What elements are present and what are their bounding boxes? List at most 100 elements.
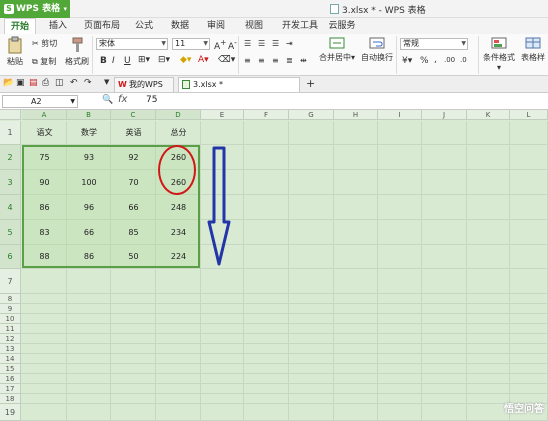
row-header[interactable]: 14 bbox=[0, 354, 21, 364]
save-icon[interactable]: ▣ bbox=[16, 78, 25, 88]
tab-developer[interactable]: 开发工具 bbox=[280, 18, 320, 34]
row-header[interactable]: 9 bbox=[0, 304, 21, 314]
wrap-text-button[interactable]: 自动换行 bbox=[360, 36, 394, 63]
pdf-icon[interactable]: ▤ bbox=[29, 78, 38, 88]
row-header[interactable]: 5 bbox=[0, 220, 21, 245]
table-header-cell[interactable]: 语文 bbox=[22, 121, 67, 145]
justify-icon[interactable]: ≣ bbox=[286, 56, 293, 65]
function-icon[interactable]: fx bbox=[118, 94, 127, 105]
row-header[interactable]: 18 bbox=[0, 394, 21, 404]
chevron-down-icon[interactable]: ▼ bbox=[104, 78, 109, 86]
row-header[interactable]: 10 bbox=[0, 314, 21, 324]
table-cell[interactable]: 224 bbox=[156, 245, 201, 269]
tab-page-layout[interactable]: 页面布局 bbox=[82, 18, 122, 34]
copy-button[interactable]: ⧉ 复制 bbox=[32, 56, 56, 67]
column-header[interactable]: I bbox=[378, 110, 422, 120]
format-painter-button[interactable]: 格式刷 bbox=[64, 36, 90, 67]
table-cell[interactable]: 66 bbox=[67, 220, 111, 245]
row-header[interactable]: 7 bbox=[0, 269, 21, 294]
select-all-corner[interactable] bbox=[0, 110, 21, 120]
tab-cloud[interactable]: 云服务 bbox=[326, 18, 358, 34]
row-header[interactable]: 16 bbox=[0, 374, 21, 384]
row-header[interactable]: 15 bbox=[0, 364, 21, 374]
tab-review[interactable]: 审阅 bbox=[204, 18, 228, 34]
decrease-decimal-icon[interactable]: .0 bbox=[460, 56, 467, 64]
table-cell[interactable]: 86 bbox=[67, 245, 111, 269]
row-header[interactable]: 8 bbox=[0, 294, 21, 304]
align-right-icon[interactable]: ≡ bbox=[272, 56, 279, 65]
tab-insert[interactable]: 插入 bbox=[44, 18, 72, 34]
increase-font-icon[interactable]: A+ bbox=[214, 38, 226, 52]
open-folder-icon[interactable]: 📂 bbox=[3, 78, 14, 88]
row-header[interactable]: 1 bbox=[0, 121, 21, 145]
name-box[interactable]: A2 ▼ bbox=[2, 95, 78, 108]
row-header[interactable]: 6 bbox=[0, 245, 21, 269]
tab-formula[interactable]: 公式 bbox=[132, 18, 156, 34]
new-tab-icon[interactable]: + bbox=[306, 77, 315, 90]
column-header[interactable]: E bbox=[201, 110, 244, 120]
merge-cells-icon[interactable]: ⊟▾ bbox=[158, 55, 170, 65]
tab-document[interactable]: 3.xlsx * bbox=[178, 77, 300, 92]
align-middle-icon[interactable]: ☰ bbox=[258, 39, 265, 48]
table-cell[interactable]: 85 bbox=[111, 220, 156, 245]
align-center-icon[interactable]: ≡ bbox=[258, 56, 265, 65]
formula-input[interactable]: 75 bbox=[146, 95, 157, 105]
indent-icon[interactable]: ⇥ bbox=[286, 39, 293, 48]
italic-button[interactable]: I bbox=[112, 56, 115, 66]
table-cell[interactable]: 83 bbox=[22, 220, 67, 245]
clear-format-icon[interactable]: ⌫▾ bbox=[218, 55, 235, 65]
column-header[interactable]: L bbox=[510, 110, 548, 120]
table-cell[interactable]: 88 bbox=[22, 245, 67, 269]
row-header[interactable]: 11 bbox=[0, 324, 21, 334]
tab-data[interactable]: 数据 bbox=[168, 18, 192, 34]
column-header[interactable]: C bbox=[111, 110, 156, 120]
increase-decimal-icon[interactable]: .00 bbox=[444, 56, 455, 64]
table-cell[interactable]: 92 bbox=[111, 145, 156, 170]
app-menu-button[interactable]: S WPS 表格 ▾ bbox=[0, 0, 70, 18]
print-preview-icon[interactable]: ◫ bbox=[55, 78, 64, 88]
table-header-cell[interactable]: 英语 bbox=[111, 121, 156, 145]
align-bottom-icon[interactable]: ☰ bbox=[272, 39, 279, 48]
table-cell[interactable]: 70 bbox=[111, 170, 156, 195]
column-header[interactable]: A bbox=[22, 110, 67, 120]
row-header[interactable]: 13 bbox=[0, 344, 21, 354]
table-cell[interactable]: 93 bbox=[67, 145, 111, 170]
tab-my-wps[interactable]: W 我的WPS bbox=[114, 77, 174, 92]
column-header[interactable]: G bbox=[289, 110, 334, 120]
column-header[interactable]: D bbox=[156, 110, 201, 120]
column-header[interactable]: B bbox=[67, 110, 111, 120]
print-icon[interactable]: ⎙ bbox=[42, 78, 49, 88]
underline-button[interactable]: U bbox=[124, 56, 131, 66]
align-left-icon[interactable]: ≡ bbox=[244, 56, 251, 65]
column-header[interactable]: F bbox=[244, 110, 289, 120]
table-cell[interactable]: 50 bbox=[111, 245, 156, 269]
row-header[interactable]: 17 bbox=[0, 384, 21, 394]
table-cell[interactable]: 234 bbox=[156, 220, 201, 245]
border-icon[interactable]: ⊞▾ bbox=[138, 55, 150, 65]
distribute-icon[interactable]: ⇹ bbox=[300, 56, 307, 65]
table-style-button[interactable]: 表格样 bbox=[518, 36, 548, 63]
number-format-select[interactable]: 常规 ▼ bbox=[400, 38, 468, 50]
column-header[interactable]: J bbox=[422, 110, 467, 120]
comma-button[interactable]: , bbox=[434, 55, 437, 65]
decrease-font-icon[interactable]: A- bbox=[228, 38, 237, 52]
percent-button[interactable]: % bbox=[420, 56, 429, 66]
conditional-format-button[interactable]: 条件格式▾ bbox=[482, 36, 516, 72]
table-cell[interactable]: 66 bbox=[111, 195, 156, 220]
table-cell[interactable]: 75 bbox=[22, 145, 67, 170]
row-header[interactable]: 19 bbox=[0, 404, 21, 421]
table-cell[interactable]: 100 bbox=[67, 170, 111, 195]
row-header[interactable]: 3 bbox=[0, 170, 21, 195]
table-cell[interactable]: 96 bbox=[67, 195, 111, 220]
redo-icon[interactable]: ↷ bbox=[84, 78, 92, 88]
merge-center-button[interactable]: 合并居中▾ bbox=[316, 36, 358, 63]
tab-view[interactable]: 视图 bbox=[242, 18, 266, 34]
bold-button[interactable]: B bbox=[100, 56, 107, 66]
table-header-cell[interactable]: 数学 bbox=[67, 121, 111, 145]
paste-button[interactable]: 粘贴 bbox=[4, 36, 26, 67]
fill-color-icon[interactable]: ◆▾ bbox=[180, 55, 191, 65]
font-color-icon[interactable]: A▾ bbox=[198, 55, 209, 65]
currency-icon[interactable]: ¥▾ bbox=[402, 56, 412, 66]
table-cell[interactable]: 90 bbox=[22, 170, 67, 195]
table-cell[interactable]: 248 bbox=[156, 195, 201, 220]
